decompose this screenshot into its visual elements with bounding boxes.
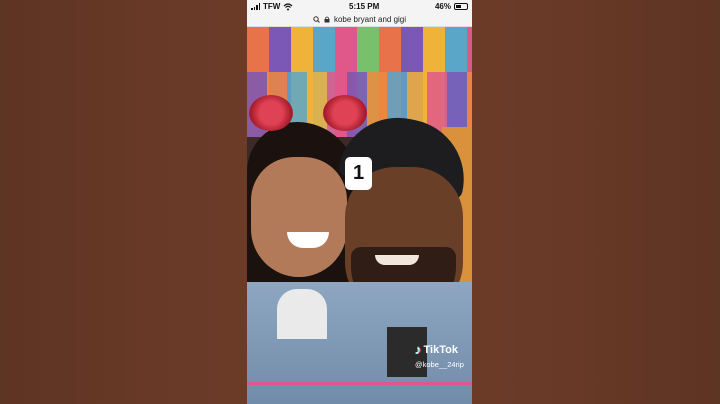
phone-screen: TFW 5:15 PM 46% kobe bryant and gigi 1 ♪… bbox=[247, 0, 472, 404]
bottom-accent-line bbox=[247, 382, 472, 385]
carrier-label: TFW bbox=[263, 2, 281, 11]
battery-icon bbox=[453, 3, 468, 10]
battery-label: 46% bbox=[434, 2, 451, 11]
time-label: 5:15 PM bbox=[349, 2, 380, 11]
overlay-number-badge: 1 bbox=[345, 157, 372, 190]
tiktok-note-icon: ♪ bbox=[415, 342, 422, 357]
lock-icon bbox=[324, 16, 330, 23]
url-query-text: kobe bryant and gigi bbox=[333, 15, 407, 24]
status-left: TFW bbox=[251, 2, 293, 11]
url-bar[interactable]: kobe bryant and gigi bbox=[247, 13, 472, 27]
search-icon bbox=[313, 16, 320, 23]
status-bar: TFW 5:15 PM 46% bbox=[247, 0, 472, 13]
status-right: 46% bbox=[435, 2, 468, 11]
ear-bow-left bbox=[249, 95, 293, 131]
girl-face bbox=[251, 157, 347, 277]
tiktok-brand-text: TikTok bbox=[423, 343, 458, 356]
tiktok-handle: @kobe__24rip bbox=[415, 360, 464, 369]
ear-bow-right bbox=[323, 95, 367, 131]
signal-icon bbox=[251, 3, 260, 10]
man-smile bbox=[375, 255, 419, 265]
wifi-icon bbox=[283, 2, 293, 10]
tiktok-watermark: ♪ TikTok bbox=[415, 342, 458, 357]
girl-shirt bbox=[277, 289, 327, 339]
